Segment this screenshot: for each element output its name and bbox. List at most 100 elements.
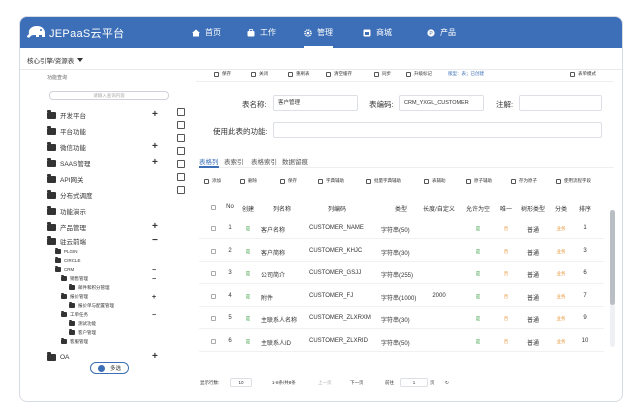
table-row[interactable]: 4 是 附件 CUSTOMER_FJ 字符串(1000) 2000 是 否 普通 业务 7 [199, 285, 604, 307]
tab-grid-indexes[interactable]: 表格索引 [251, 156, 277, 166]
tree-item[interactable]: 平台功能 [47, 125, 86, 137]
column-header[interactable]: 长度/自定义 [423, 204, 455, 213]
expand-icon[interactable]: + [152, 293, 156, 303]
cell-type[interactable]: 字符串(30) [381, 315, 410, 324]
clear-cache-button[interactable]: 清空缓存 [326, 71, 352, 77]
cell-order[interactable]: 7 [583, 293, 586, 299]
tree-item[interactable]: 开发平台 [47, 109, 86, 121]
cell-name[interactable]: 客户名称 [261, 225, 285, 234]
nav-product[interactable]: P 产品 [427, 17, 456, 48]
table-name-input[interactable]: 客户管理 [273, 95, 358, 111]
cell-nullable[interactable]: 是 [476, 339, 481, 345]
cell-code[interactable]: CUSTOMER_ZLXRID [309, 338, 368, 344]
cell-no[interactable]: 5 [228, 315, 231, 321]
table-row[interactable]: 3 是 公司简介 CUSTOMER_GSJJ 字符串(255) 是 否 普通 业务 6 [199, 262, 604, 284]
expand-icon[interactable]: + [152, 222, 158, 232]
tree-item[interactable]: 工单任务 [61, 310, 88, 319]
cell-no[interactable]: 4 [228, 293, 231, 299]
delete-button[interactable]: 删除 [240, 178, 257, 184]
tree-item[interactable]: 客服管理 [61, 337, 88, 346]
cell-name[interactable]: 主联系人名称 [261, 315, 297, 324]
cell-no[interactable]: 3 [228, 270, 231, 276]
cell-unique[interactable]: 否 [504, 316, 509, 322]
cell-code[interactable]: CUSTOMER_NAME [309, 225, 364, 231]
tree-item[interactable]: 驻云前端 [47, 235, 86, 247]
list-icon[interactable] [177, 147, 185, 155]
tree-item[interactable]: 微信功能 [47, 141, 86, 153]
tree-item[interactable]: CRM [55, 265, 74, 274]
cell-tree-type[interactable]: 普通 [527, 225, 539, 234]
page-size-select[interactable]: 10 [230, 378, 252, 387]
column-header[interactable]: 允许为空 [466, 204, 490, 213]
cell-tree-type[interactable]: 普通 [527, 338, 539, 347]
notes-input[interactable] [519, 95, 602, 111]
tree-item[interactable]: 报价管理 [61, 292, 88, 301]
table-icon[interactable] [177, 121, 185, 129]
cell-created[interactable]: 是 [246, 226, 251, 232]
table-row[interactable]: 6 是 主联系人ID CUSTOMER_ZLXRID 字符串(50) 是 否 普通 业务 10 [199, 330, 604, 352]
row-checkbox[interactable] [211, 316, 216, 321]
cell-unique[interactable]: 否 [504, 294, 509, 300]
cell-category[interactable]: 业务 [557, 294, 566, 300]
tree-item[interactable]: PLGIN [55, 247, 78, 256]
cell-name[interactable]: 主联系人ID [261, 338, 291, 347]
row-checkbox[interactable] [211, 248, 216, 254]
tab-data-trace[interactable]: 数据留痕 [282, 156, 308, 166]
cell-nullable[interactable]: 是 [476, 271, 481, 277]
cell-unique[interactable]: 否 [504, 339, 509, 345]
cell-created[interactable]: 是 [246, 249, 251, 255]
refresh-table-button[interactable]: 重刷表 [288, 71, 310, 77]
cell-type[interactable]: 字符串(1000) [381, 293, 416, 302]
scrollbar-thumb[interactable] [610, 210, 615, 305]
table-row[interactable]: 5 是 主联系人名称 CUSTOMER_ZLXRXM 字符串(30) 是 否 普通 业务 9 [199, 307, 604, 329]
cell-name[interactable]: 附件 [261, 293, 273, 302]
cell-order[interactable]: 1 [583, 225, 586, 231]
tree-item[interactable]: 分布式调度 [47, 189, 93, 201]
used-by-input[interactable] [273, 122, 602, 138]
nav-home[interactable]: 首页 [192, 17, 221, 48]
chart-icon[interactable] [177, 173, 185, 181]
column-header[interactable]: 唯一 [500, 204, 512, 213]
row-checkbox[interactable] [211, 293, 216, 299]
table-helper-button[interactable]: 表辅助 [424, 178, 446, 184]
collapse-icon[interactable]: − [152, 311, 156, 321]
column-header[interactable]: 树形类型 [521, 204, 545, 213]
next-page-button[interactable]: 下一页 [350, 380, 364, 386]
tree-item[interactable]: 客户管理 [69, 328, 96, 337]
grid-icon[interactable] [177, 134, 185, 142]
column-header[interactable]: No [226, 204, 234, 210]
column-header[interactable]: 创建 [242, 204, 254, 213]
function-search-input[interactable]: 请输入查询内容 [49, 91, 169, 100]
table-scrollbar[interactable] [610, 210, 615, 347]
row-checkbox[interactable] [211, 226, 216, 231]
cell-order[interactable]: 6 [583, 270, 586, 276]
cell-type[interactable]: 字符串(50) [381, 225, 410, 234]
cell-order[interactable]: 3 [583, 248, 586, 254]
expand-icon[interactable]: + [152, 158, 158, 168]
tree-item[interactable]: 邮件和积分管理 [69, 283, 110, 292]
upgrade-mark-button[interactable]: 升级标记 [406, 71, 432, 77]
tree-item[interactable]: API网关 [47, 173, 83, 185]
tab-indexes[interactable]: 表索引 [224, 156, 244, 166]
page-number-input[interactable]: 1 [400, 378, 428, 387]
sync-button[interactable]: 同步 [374, 71, 391, 77]
cell-no[interactable]: 2 [228, 248, 231, 254]
nav-store[interactable]: 商城 [363, 17, 392, 48]
cell-unique[interactable]: 否 [504, 226, 509, 232]
cell-category[interactable]: 业务 [557, 226, 566, 232]
collapse-icon[interactable]: − [152, 275, 156, 285]
cell-code[interactable]: CUSTOMER_KHJC [309, 248, 362, 254]
settings-icon[interactable] [177, 186, 185, 194]
table-row[interactable]: 1 是 客户名称 CUSTOMER_NAME 字符串(50) 是 否 普通 业务 1 [199, 217, 604, 239]
tree-item[interactable]: SAAS管理 [47, 157, 90, 169]
cell-nullable[interactable]: 是 [476, 226, 481, 232]
cell-tree-type[interactable]: 普通 [527, 315, 539, 324]
cell-unique[interactable]: 否 [504, 249, 509, 255]
table-row[interactable]: 2 是 客户简称 CUSTOMER_KHJC 字符串(30) 是 否 普通 业务 3 [199, 240, 604, 262]
row-checkbox[interactable] [211, 338, 216, 344]
column-header[interactable]: 分类 [555, 204, 567, 213]
form-mode-button[interactable]: 表单模式 [570, 71, 596, 77]
workflow-field-button[interactable]: 使用流程字段 [556, 178, 591, 184]
row-checkbox[interactable] [211, 271, 216, 276]
cell-type[interactable]: 字符串(255) [381, 270, 413, 279]
